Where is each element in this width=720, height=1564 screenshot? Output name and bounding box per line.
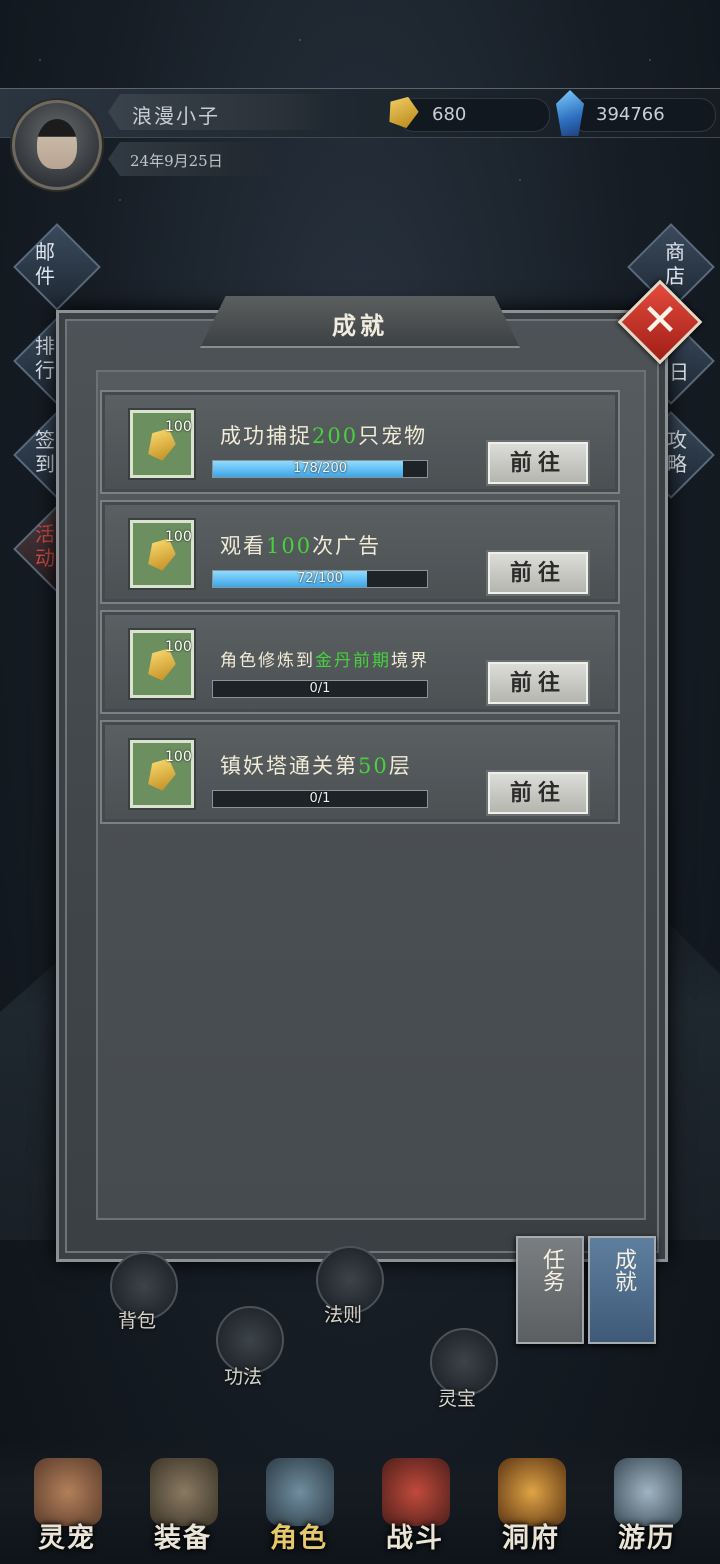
progress-bar: 72/100 (212, 570, 428, 588)
tab-task[interactable]: 任务 (516, 1236, 584, 1344)
daily-label: 日 (669, 360, 689, 384)
law-label: 法则 (324, 1304, 363, 1326)
nav-equipment[interactable]: 装备 (128, 1452, 238, 1562)
reward-box[interactable]: 100 (130, 740, 194, 808)
reward-count: 100 (165, 419, 192, 435)
nav-battle-label: 战斗 (386, 1523, 444, 1554)
go-button[interactable]: 前往 (488, 552, 588, 594)
tab-achievement-label: 成就 (611, 1248, 636, 1292)
nav-cave[interactable]: 洞府 (476, 1452, 586, 1562)
progress-bar: 0/1 (212, 790, 428, 808)
crystal-amount: 394766 (596, 104, 665, 125)
nav-pet[interactable]: 灵宠 (12, 1452, 122, 1562)
go-button[interactable]: 前往 (488, 442, 588, 484)
gold-amount: 680 (432, 104, 467, 125)
progress-text: 0/1 (309, 681, 331, 696)
tab-achievement[interactable]: 成就 (588, 1236, 656, 1344)
reward-count: 100 (165, 639, 192, 655)
nav-character[interactable]: 角色 (244, 1452, 354, 1562)
nav-pet-label: 灵宠 (38, 1523, 96, 1554)
achievement-title: 角色修炼到金丹前期境界 (220, 651, 429, 671)
achievement-row: 100 镇妖塔通关第50层 0/1 前往 (100, 720, 620, 824)
go-button[interactable]: 前往 (488, 662, 588, 704)
modal-title: 成就 (332, 311, 388, 340)
nav-character-label: 角色 (270, 1523, 328, 1554)
nav-travel-label: 游历 (618, 1523, 676, 1554)
tab-task-label: 任务 (539, 1248, 564, 1292)
nav-travel[interactable]: 游历 (592, 1452, 702, 1562)
reward-box[interactable]: 100 (130, 630, 194, 698)
shop-label: 商店 (665, 240, 685, 288)
go-button[interactable]: 前往 (488, 772, 588, 814)
reward-box[interactable]: 100 (130, 520, 194, 588)
progress-text: 0/1 (309, 791, 331, 806)
nav-battle[interactable]: 战斗 (360, 1452, 470, 1562)
achievement-row: 100 角色修炼到金丹前期境界 0/1 前往 (100, 610, 620, 714)
mail-label: 邮件 (35, 240, 55, 288)
achievement-row: 100 观看100次广告 72/100 前往 (100, 500, 620, 604)
player-name: 浪漫小子 (132, 104, 220, 128)
close-icon: ✕ (641, 295, 679, 346)
progress-text: 178/200 (292, 461, 347, 476)
progress-bar: 0/1 (212, 680, 428, 698)
progress-bar: 178/200 (212, 460, 428, 478)
player-avatar[interactable] (12, 100, 102, 190)
reward-box[interactable]: 100 (130, 410, 194, 478)
progress-text: 72/100 (297, 571, 343, 586)
achievement-title: 观看100次广告 (220, 534, 382, 558)
gold-currency[interactable] (398, 98, 550, 132)
reward-count: 100 (165, 529, 192, 545)
nav-equipment-label: 装备 (154, 1523, 212, 1554)
game-date: 24年9月25日 (130, 152, 223, 170)
nav-cave-label: 洞府 (502, 1523, 560, 1554)
skill-label: 功法 (224, 1366, 263, 1388)
achievement-row: 100 成功捕捉200只宠物 178/200 前往 (100, 390, 620, 494)
achievement-title: 镇妖塔通关第50层 (220, 754, 412, 778)
reward-count: 100 (165, 749, 192, 765)
bag-label: 背包 (118, 1310, 157, 1332)
treasure-label: 灵宝 (438, 1388, 477, 1410)
achievement-title: 成功捕捉200只宠物 (220, 424, 428, 448)
